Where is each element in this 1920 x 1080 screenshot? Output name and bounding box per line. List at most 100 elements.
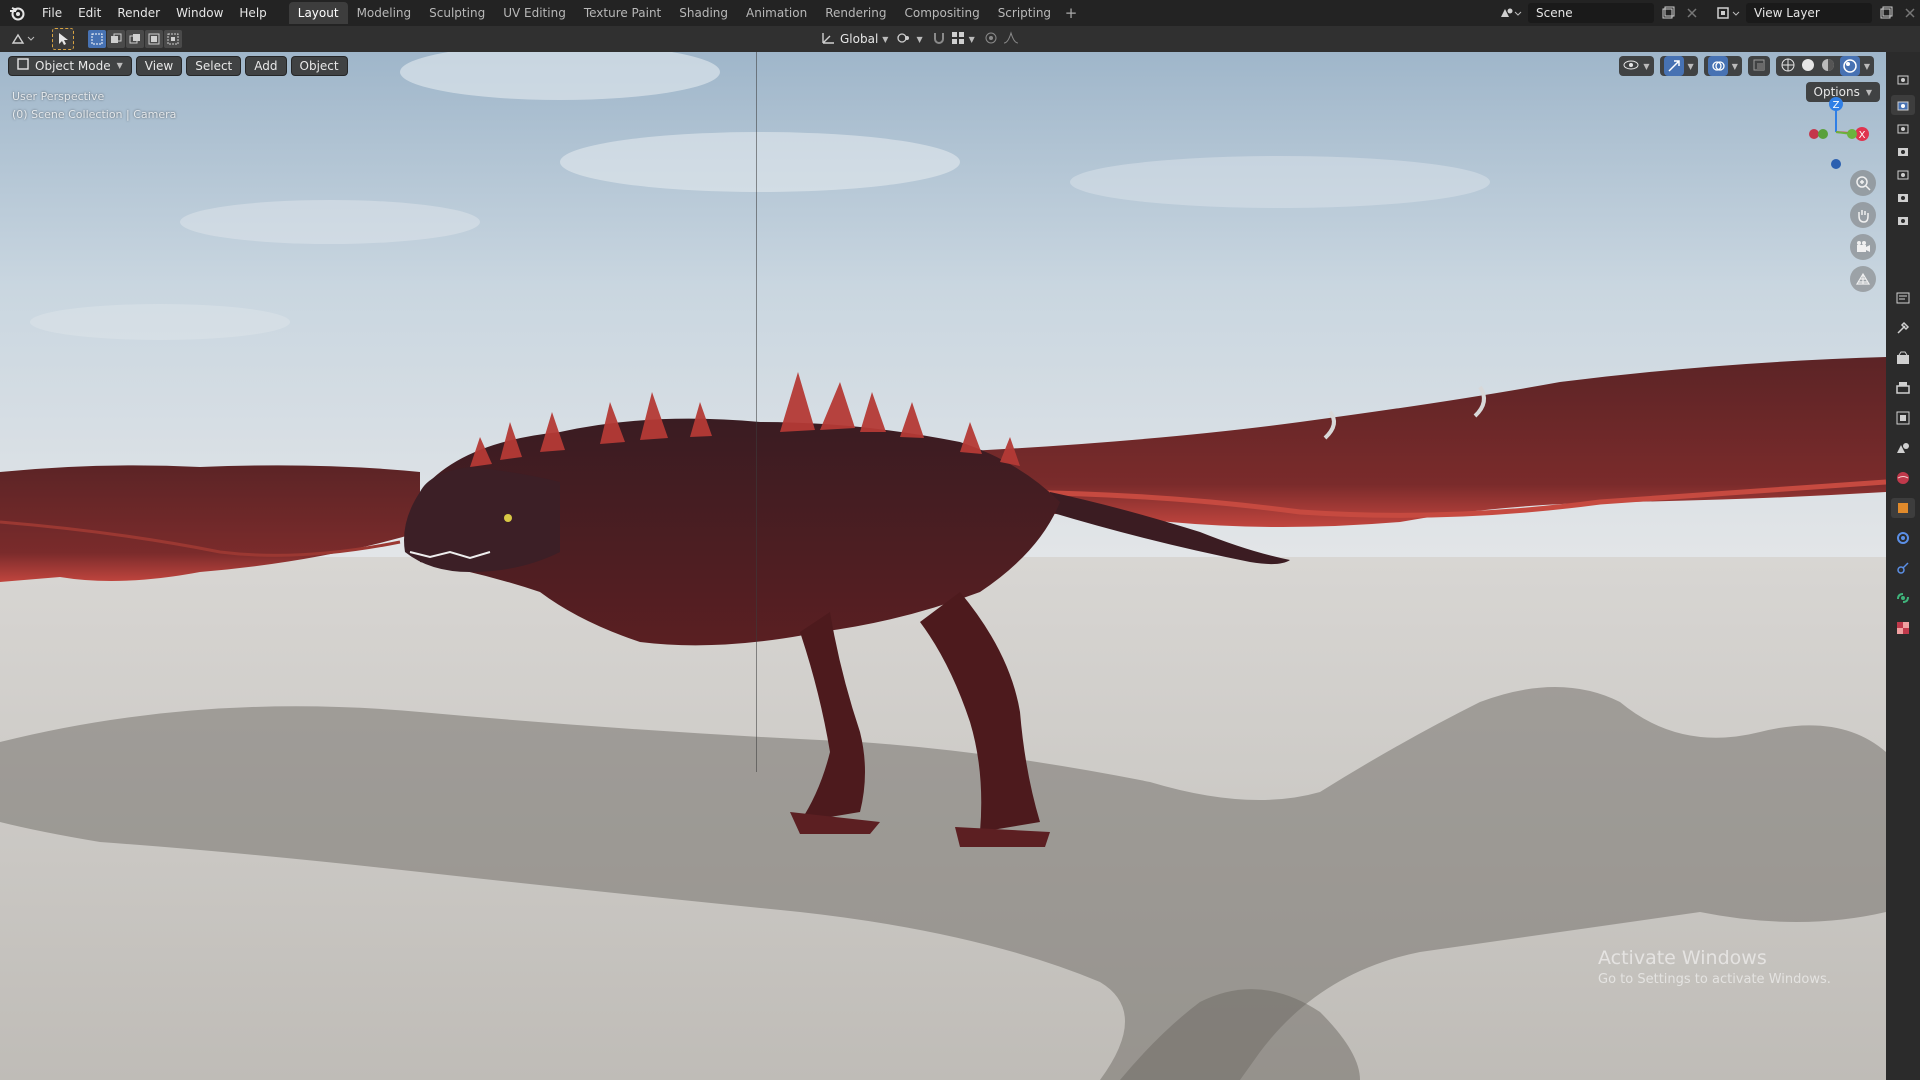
transform-tools: Global ▼ ▼ ▼	[820, 29, 1019, 49]
camera-restrict-icon[interactable]	[1896, 72, 1910, 89]
hand-icon[interactable]	[1850, 202, 1876, 228]
top-menu-bar: File Edit Render Window Help Layout Mode…	[0, 0, 1920, 26]
view-layer-properties-icon[interactable]	[1891, 408, 1915, 428]
tab-sculpting[interactable]: Sculpting	[420, 2, 494, 24]
proportional-edit-dropdown[interactable]	[983, 29, 1019, 49]
pivot-point-dropdown[interactable]: ▼	[896, 29, 923, 49]
object-mode-dropdown[interactable]: Object Mode ▼	[8, 56, 132, 76]
view-perspective-label: User Perspective	[12, 90, 105, 103]
tab-scripting[interactable]: Scripting	[989, 2, 1060, 24]
output-properties-icon[interactable]	[1891, 378, 1915, 398]
constraint-properties-icon[interactable]	[1891, 588, 1915, 608]
physics-properties-icon[interactable]	[1891, 558, 1915, 578]
camera-restrict-icon[interactable]	[1896, 167, 1910, 184]
chevron-down-icon: ▼	[968, 34, 975, 44]
shading-modes: ▼	[1775, 56, 1874, 76]
menu-window[interactable]: Window	[168, 0, 231, 26]
modifier-properties-icon[interactable]	[1891, 528, 1915, 548]
properties-tabs	[1886, 288, 1920, 638]
scene-selector-group: Scene View Layer	[1498, 2, 1920, 24]
cursor-guide-line	[756, 52, 757, 772]
select-extend-icon[interactable]	[107, 30, 125, 48]
add-workspace-button[interactable]: +	[1060, 2, 1082, 24]
world-properties-icon[interactable]	[1891, 468, 1915, 488]
camera-restrict-icon[interactable]	[1896, 121, 1910, 138]
viewport-header: Object Mode ▼ View Select Add Object	[8, 56, 348, 76]
menu-file[interactable]: File	[34, 0, 70, 26]
tab-shading[interactable]: Shading	[670, 2, 737, 24]
tab-rendering[interactable]: Rendering	[816, 2, 895, 24]
tab-layout[interactable]: Layout	[288, 2, 348, 24]
tool-settings-icon[interactable]	[1891, 288, 1915, 308]
select-tool-icon[interactable]	[52, 28, 74, 50]
editor-type-icon[interactable]	[8, 29, 42, 49]
falloff-curve-icon	[1003, 30, 1019, 48]
tab-animation[interactable]: Animation	[737, 2, 816, 24]
new-scene-icon[interactable]	[1658, 3, 1678, 23]
ortho-grid-icon[interactable]	[1850, 266, 1876, 292]
xray-icon	[1752, 58, 1766, 75]
orientation-icon	[820, 31, 836, 48]
solid-shading-icon[interactable]	[1800, 57, 1816, 76]
scene-name-field[interactable]: Scene	[1528, 3, 1654, 23]
view-menu-button[interactable]: View	[135, 56, 183, 76]
tab-texture-paint[interactable]: Texture Paint	[575, 2, 670, 24]
xray-toggle[interactable]	[1747, 56, 1770, 76]
select-menu-button[interactable]: Select	[186, 56, 242, 76]
object-menu-button[interactable]: Object	[290, 56, 348, 76]
transform-orientation-dropdown[interactable]: Global ▼	[820, 29, 888, 49]
chevron-down-icon[interactable]: ▼	[1864, 62, 1870, 71]
select-new-icon[interactable]	[88, 30, 106, 48]
blender-logo-icon[interactable]	[6, 2, 28, 24]
gizmo-toggle[interactable]: ▼	[1659, 56, 1698, 76]
delete-view-layer-icon[interactable]	[1900, 3, 1920, 23]
camera-restrict-icon[interactable]	[1896, 144, 1910, 161]
chevron-down-icon: ▼	[1731, 61, 1738, 71]
view-layer-browse-icon[interactable]	[1716, 2, 1742, 24]
scene-browse-icon[interactable]	[1498, 2, 1524, 24]
select-subtract-icon[interactable]	[126, 30, 144, 48]
view-layer-name-field[interactable]: View Layer	[1746, 3, 1872, 23]
tab-uv-editing[interactable]: UV Editing	[494, 2, 575, 24]
tool-header: Global ▼ ▼ ▼	[0, 26, 1920, 71]
camera-view-icon[interactable]	[1850, 234, 1876, 260]
new-view-layer-icon[interactable]	[1876, 3, 1896, 23]
3d-viewport[interactable]: Object Mode ▼ View Select Add Object Use…	[0, 52, 1886, 1080]
overlays-icon	[1707, 56, 1728, 76]
magnet-icon	[931, 31, 947, 48]
menu-help[interactable]: Help	[231, 0, 274, 26]
active-object-label: (0) Scene Collection | Camera	[12, 108, 177, 121]
tab-modeling[interactable]: Modeling	[348, 2, 421, 24]
delete-scene-icon[interactable]	[1682, 3, 1702, 23]
viewport-info-text: User Perspective (0) Scene Collection | …	[12, 88, 176, 124]
material-shading-icon[interactable]	[1820, 57, 1836, 76]
snap-grid-icon	[951, 31, 965, 48]
zoom-icon[interactable]	[1850, 170, 1876, 196]
render-properties-icon[interactable]	[1891, 348, 1915, 368]
camera-restrict-icon[interactable]	[1896, 190, 1910, 207]
wireframe-shading-icon[interactable]	[1780, 57, 1796, 76]
axis-x-label: X	[1859, 130, 1866, 141]
menu-edit[interactable]: Edit	[70, 0, 109, 26]
activate-windows-watermark: Activate Windows Go to Settings to activ…	[1598, 945, 1831, 989]
scene-properties-icon[interactable]	[1891, 438, 1915, 458]
visibility-dropdown[interactable]: ▼	[1619, 56, 1654, 76]
add-menu-button[interactable]: Add	[245, 56, 287, 76]
select-invert-icon[interactable]	[145, 30, 163, 48]
tab-compositing[interactable]: Compositing	[895, 2, 988, 24]
camera-restrict-icon[interactable]	[1896, 213, 1910, 230]
select-intersect-icon[interactable]	[164, 30, 182, 48]
snap-dropdown[interactable]: ▼	[931, 29, 975, 49]
menu-render[interactable]: Render	[109, 0, 168, 26]
object-properties-icon[interactable]	[1891, 498, 1915, 518]
orientation-label: Global	[840, 32, 879, 46]
rendered-shading-icon[interactable]	[1839, 56, 1860, 76]
object-mode-icon	[17, 57, 29, 75]
outliner-visibility-icons	[1886, 72, 1920, 230]
texture-properties-icon[interactable]	[1891, 618, 1915, 638]
axis-z-label: Z	[1833, 100, 1840, 111]
rendered-scene	[0, 52, 1886, 1080]
overlays-toggle[interactable]: ▼	[1703, 56, 1742, 76]
camera-restrict-active-icon[interactable]	[1891, 95, 1915, 115]
tool-icon[interactable]	[1891, 318, 1915, 338]
